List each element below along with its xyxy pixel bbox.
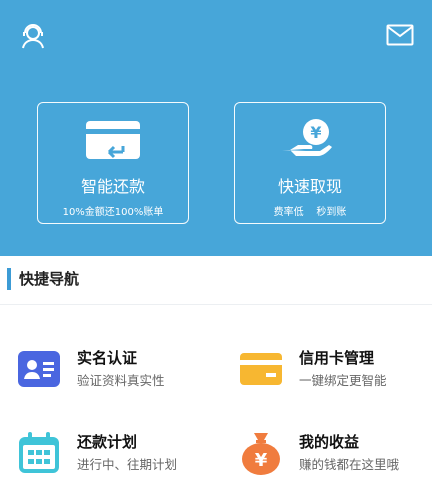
- quick-cash-card[interactable]: ¥ 快速取现 费率低 秒到账: [234, 102, 386, 224]
- nav-item-repayment-plan[interactable]: 还款计划 进行中、往期计划: [17, 431, 217, 481]
- nav-item-title: 还款计划: [77, 433, 138, 451]
- nav-item-credit-card-management[interactable]: 信用卡管理 一键绑定更智能: [239, 347, 432, 397]
- hand-yen-icon: ¥: [235, 117, 385, 163]
- card-title: 智能还款: [80, 177, 145, 196]
- credit-card-icon: [239, 347, 283, 391]
- smart-repay-card[interactable]: 智能还款 10%金额还100%账单: [37, 102, 189, 224]
- section-title: 快捷导航: [19, 270, 80, 288]
- nav-item-title: 实名认证: [77, 349, 138, 367]
- customer-service-icon[interactable]: [16, 18, 50, 52]
- calendar-icon: [17, 431, 61, 475]
- nav-item-real-name-verification[interactable]: 实名认证 验证资料真实性: [17, 347, 217, 397]
- nav-item-title: 信用卡管理: [299, 349, 375, 367]
- nav-item-subtitle: 赚的钱都在这里哦: [299, 457, 400, 472]
- nav-item-title: 我的收益: [299, 433, 360, 451]
- nav-item-my-earnings[interactable]: ¥ 我的收益 赚的钱都在这里哦: [239, 431, 432, 481]
- card-title: 快速取现: [277, 177, 342, 196]
- section-accent-bar: [7, 268, 11, 290]
- svg-text:¥: ¥: [310, 123, 321, 142]
- money-bag-icon: ¥: [239, 431, 283, 475]
- nav-item-subtitle: 进行中、往期计划: [77, 457, 178, 472]
- hero-banner: 智能还款 10%金额还100%账单 ¥ 快速取现 费率低 秒到账: [0, 0, 432, 256]
- card-repay-icon: [38, 117, 188, 163]
- card-subtitle: 10%金额还100%账单: [62, 207, 164, 218]
- svg-text:¥: ¥: [255, 450, 268, 471]
- card-subtitle: 费率低 秒到账: [273, 207, 347, 218]
- mail-icon[interactable]: [384, 20, 416, 50]
- quick-nav-header: 快捷导航: [0, 258, 432, 305]
- id-card-icon: [17, 347, 61, 391]
- nav-item-subtitle: 一键绑定更智能: [299, 373, 387, 388]
- nav-item-subtitle: 验证资料真实性: [77, 373, 165, 388]
